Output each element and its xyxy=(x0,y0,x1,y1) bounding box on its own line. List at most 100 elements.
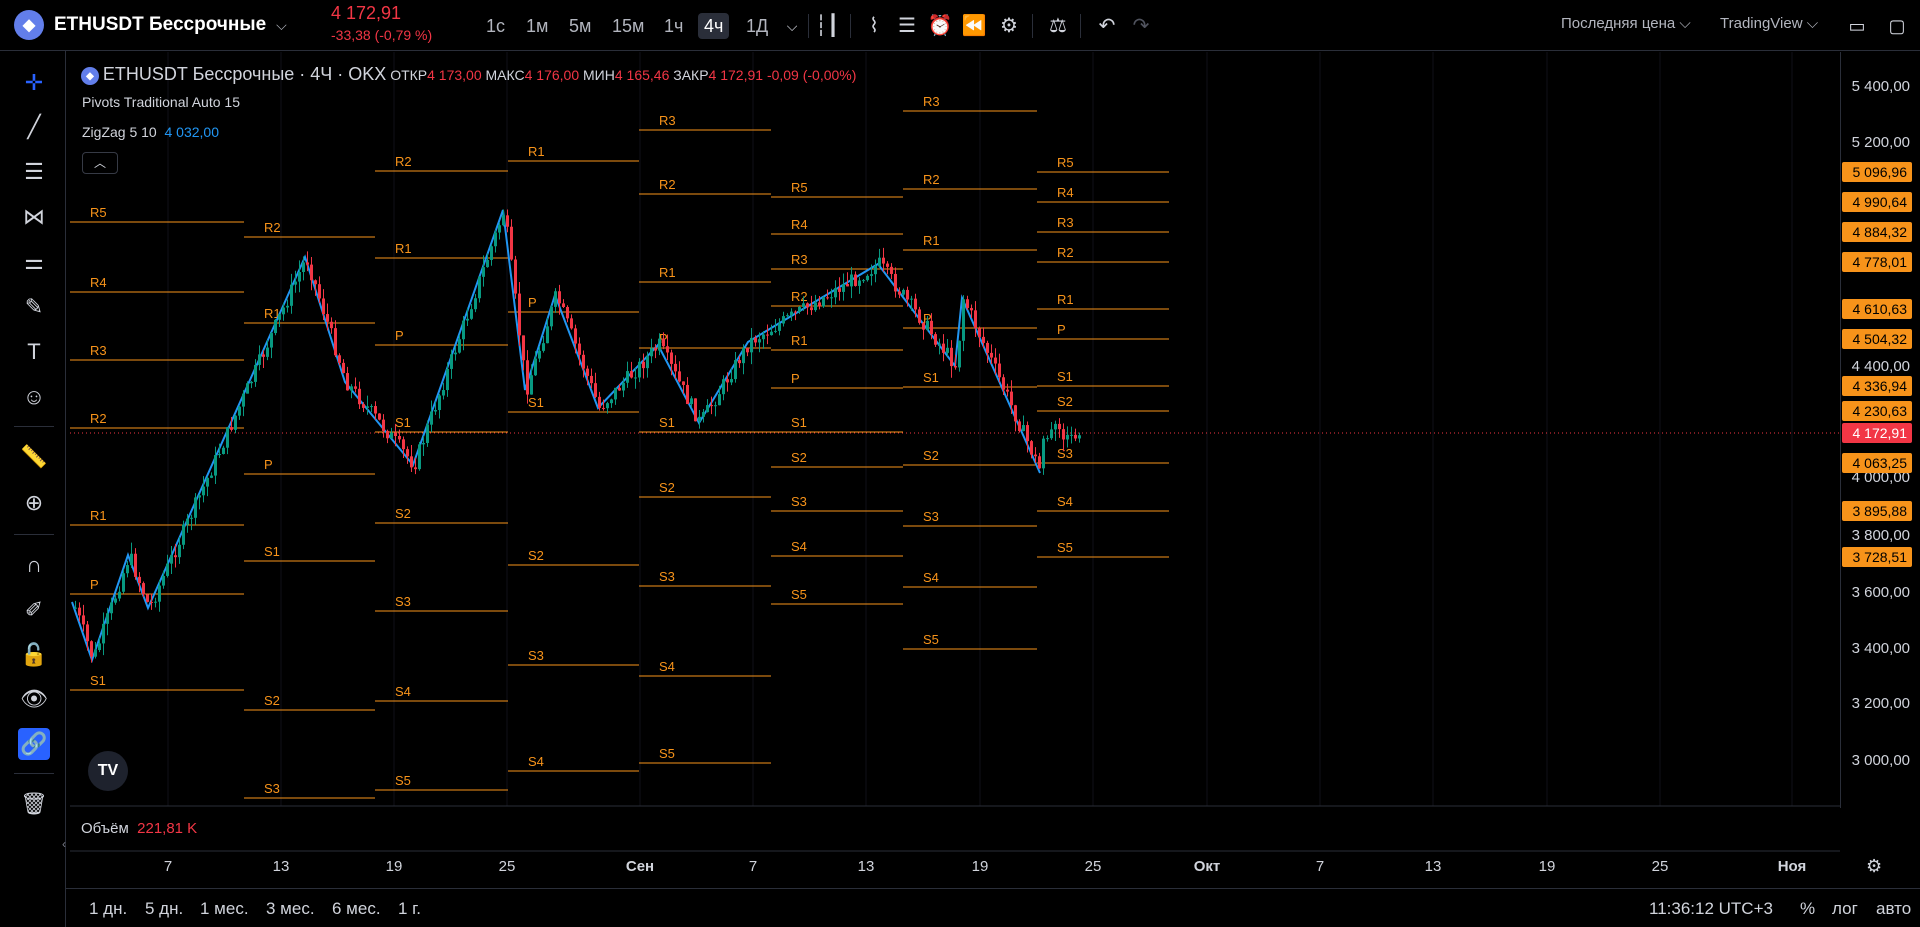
pivot-label: S5 xyxy=(923,632,939,647)
candle-body xyxy=(158,585,161,602)
candle-body xyxy=(258,354,261,365)
range-3m[interactable]: 3 мес. xyxy=(266,899,315,919)
candle-body xyxy=(534,358,537,376)
pivot-label: S3 xyxy=(395,594,411,609)
pivot-label: R3 xyxy=(659,113,676,128)
range-1y[interactable]: 1 г. xyxy=(398,899,421,919)
candle-body xyxy=(194,497,197,518)
pivot-label: S5 xyxy=(659,746,675,761)
zigzag-legend[interactable]: ZigZag 5 10 4 032,00 xyxy=(82,124,219,140)
candle-body xyxy=(630,371,633,378)
pivot-label: S2 xyxy=(264,693,280,708)
pivot-label: R5 xyxy=(1057,155,1074,170)
candle-body xyxy=(782,316,785,324)
time-axis-label: 13 xyxy=(1424,858,1442,875)
candle-body xyxy=(546,326,549,344)
candle-body xyxy=(166,563,169,576)
candle-body xyxy=(854,274,857,286)
candle-body xyxy=(162,575,165,586)
range-5d[interactable]: 5 дн. xyxy=(145,899,183,919)
candle-body xyxy=(262,354,265,357)
range-1d[interactable]: 1 дн. xyxy=(89,899,127,919)
candle-body xyxy=(470,309,473,319)
candle-body xyxy=(826,297,829,299)
candle-body xyxy=(950,347,953,367)
candle-body xyxy=(1010,391,1013,406)
pivot-label: R2 xyxy=(791,289,808,304)
log-toggle[interactable]: лог xyxy=(1832,899,1858,919)
candle-body xyxy=(638,361,641,378)
candle-body xyxy=(750,337,753,353)
candle-body xyxy=(298,272,301,282)
candle-body xyxy=(342,362,345,374)
pivot-price-tag: 4 063,25 xyxy=(1842,453,1912,473)
range-6m[interactable]: 6 мес. xyxy=(332,899,381,919)
candle-body xyxy=(362,404,365,408)
range-1m[interactable]: 1 мес. xyxy=(200,899,249,919)
candle-body xyxy=(654,348,657,351)
candle-body xyxy=(190,517,193,519)
pivot-price-tag: 4 230,63 xyxy=(1842,401,1912,421)
candle-body xyxy=(1066,434,1069,440)
candle-body xyxy=(878,257,881,266)
pivot-label: R4 xyxy=(1057,185,1074,200)
pivot-price-tag: 3 728,51 xyxy=(1842,547,1912,567)
candle-body xyxy=(174,555,177,558)
candle-body xyxy=(250,381,253,384)
percent-toggle[interactable]: % xyxy=(1800,899,1815,919)
candle-body xyxy=(570,318,573,329)
candle-body xyxy=(726,379,729,383)
price-axis-label: 4 400,00 xyxy=(1851,358,1910,375)
candle-body xyxy=(114,598,117,603)
tradingview-logo[interactable]: TV xyxy=(88,751,128,791)
candle-body xyxy=(850,274,853,287)
candle-body xyxy=(366,406,369,408)
candle-body xyxy=(150,601,153,603)
candle-body xyxy=(122,573,125,592)
candle-body xyxy=(786,315,789,317)
axis-settings-icon[interactable]: ⚙ xyxy=(1866,856,1882,877)
candle-body xyxy=(930,320,933,335)
candle-body xyxy=(590,375,593,384)
candle-body xyxy=(1006,389,1009,392)
candle-body xyxy=(614,387,617,400)
pivot-label: P xyxy=(395,328,404,343)
pivot-label: R2 xyxy=(923,172,940,187)
pivot-label: S5 xyxy=(791,587,807,602)
candle-body xyxy=(506,215,509,227)
bottom-bar: 1 дн. 5 дн. 1 мес. 3 мес. 6 мес. 1 г. 11… xyxy=(66,888,1920,927)
candle-body xyxy=(802,303,805,307)
pivot-price-tag: 4 610,63 xyxy=(1842,299,1912,319)
candle-body xyxy=(406,449,409,457)
candle-body xyxy=(154,601,157,603)
clock[interactable]: 11:36:12 UTC+3 xyxy=(1649,899,1773,919)
candle-body xyxy=(742,348,745,364)
candle-body xyxy=(682,381,685,385)
pivot-label: R1 xyxy=(1057,292,1074,307)
candle-body xyxy=(842,283,845,292)
candle-body xyxy=(110,602,113,614)
candle-body xyxy=(898,291,901,295)
legend-collapse-button[interactable]: ︿ xyxy=(82,152,118,174)
candle-body xyxy=(218,454,221,456)
candle-body xyxy=(1062,429,1065,440)
pivot-label: R3 xyxy=(1057,215,1074,230)
volume-legend[interactable]: Объём 221,81 K xyxy=(81,820,197,837)
candle-body xyxy=(1030,441,1033,455)
candle-body xyxy=(874,265,877,275)
price-axis[interactable]: 5 400,00 5 200,00 4 400,00 4 000,00 3 800,00… xyxy=(1840,52,1920,808)
pivot-label: S3 xyxy=(923,509,939,524)
time-axis[interactable]: 7 13 19 25 Сен 7 13 19 25 Окт 7 13 19 25 Ноя xyxy=(70,852,1840,882)
pivot-label: S4 xyxy=(791,539,807,554)
candle-body xyxy=(886,263,889,267)
candle-body xyxy=(410,456,413,468)
time-axis-label: 7 xyxy=(163,858,173,875)
candle-body xyxy=(526,360,529,395)
time-axis-label: 25 xyxy=(1084,858,1102,875)
pivot-label: S1 xyxy=(791,415,807,430)
time-axis-label: 25 xyxy=(1651,858,1669,875)
chart-canvas[interactable]: R5 R4 R3 R2 R1 P S1 R2 R1 P S1 S2 S3 R2 R1 P S1 S2 S3 S4 S5 R… xyxy=(0,0,1920,927)
pivot-label: S1 xyxy=(659,415,675,430)
auto-toggle[interactable]: авто xyxy=(1876,899,1911,919)
pivots-legend[interactable]: Pivots Traditional Auto 15 xyxy=(82,94,240,110)
